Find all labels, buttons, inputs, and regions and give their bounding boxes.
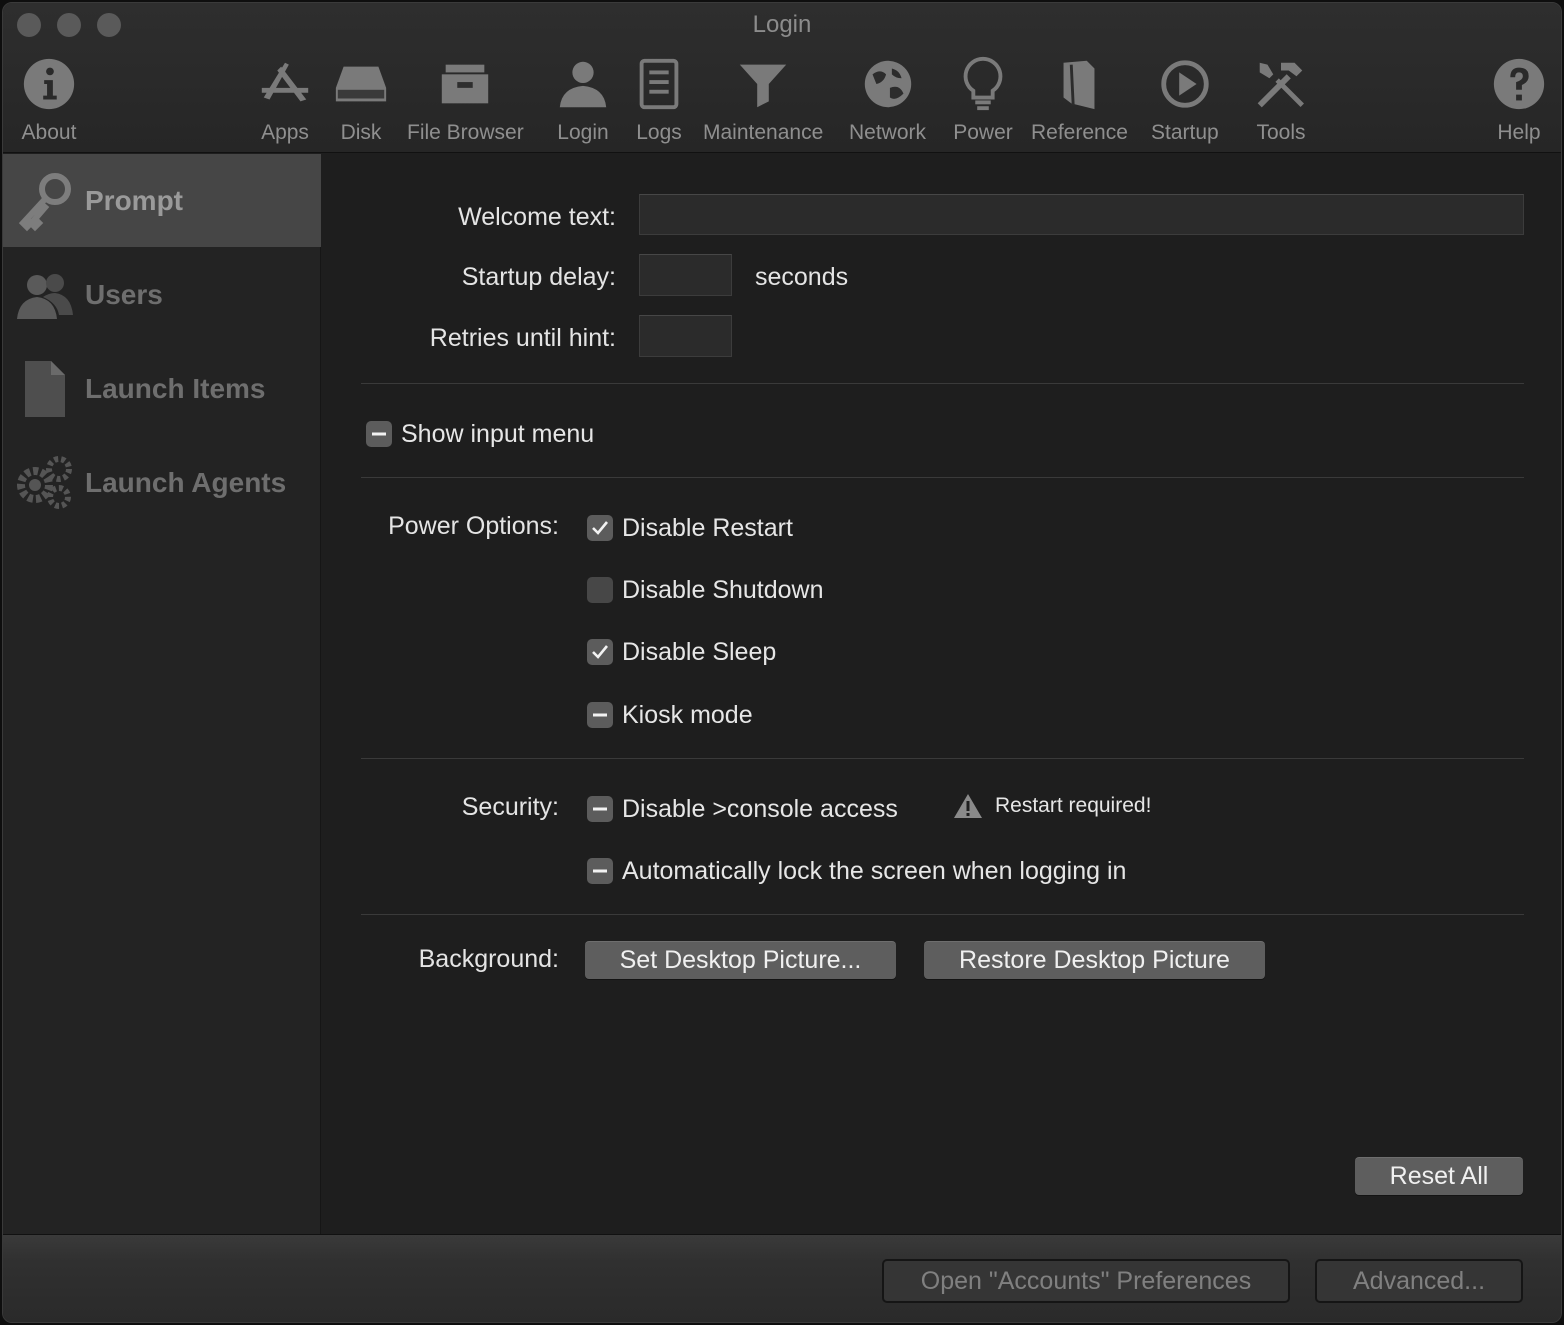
sidebar: Prompt Users Launch Items Launch Agents: [3, 154, 321, 1234]
toolbar: Login About Apps Disk File Browser Login…: [3, 3, 1561, 153]
apps-icon: [253, 51, 317, 117]
separator: [361, 383, 1524, 384]
disk-icon: [329, 51, 393, 117]
toolbar-file-browser[interactable]: File Browser: [407, 51, 524, 149]
lightbulb-icon: [951, 51, 1015, 117]
toolbar-tools[interactable]: Tools: [1249, 51, 1313, 149]
disable-shutdown-checkbox[interactable]: Disable Shutdown: [587, 572, 824, 608]
retries-until-hint-field[interactable]: [639, 315, 732, 357]
open-accounts-preferences-button[interactable]: Open "Accounts" Preferences: [882, 1259, 1290, 1303]
info-icon: [17, 51, 81, 117]
funnel-icon: [731, 51, 795, 117]
power-options-label: Power Options:: [388, 512, 559, 540]
security-label: Security:: [461, 793, 559, 821]
toolbar-network[interactable]: Network: [849, 51, 926, 149]
file-browser-icon: [433, 51, 497, 117]
toolbar-about[interactable]: About: [17, 51, 81, 149]
kiosk-mode-checkbox[interactable]: Kiosk mode: [587, 697, 753, 733]
sidebar-item-launch-agents[interactable]: Launch Agents: [3, 436, 321, 529]
toolbar-apps[interactable]: Apps: [253, 51, 317, 149]
mixed-checkbox-icon: [587, 796, 613, 822]
prompt-panel: Welcome text: Startup delay: seconds Ret…: [322, 154, 1561, 1234]
mixed-checkbox-icon: [587, 858, 613, 884]
mixed-checkbox-icon: [366, 421, 392, 447]
seconds-label: seconds: [755, 263, 849, 291]
book-icon: [1047, 51, 1111, 117]
app-window: Login About Apps Disk File Browser Login…: [2, 2, 1562, 1323]
set-desktop-picture-button[interactable]: Set Desktop Picture...: [585, 941, 896, 979]
tools-icon: [1249, 51, 1313, 117]
login-icon: [551, 51, 615, 117]
disable-console-access-checkbox[interactable]: Disable >console access: [587, 791, 898, 827]
welcome-text-field[interactable]: [639, 194, 1524, 235]
window-title: Login: [752, 11, 812, 38]
show-input-menu-checkbox[interactable]: Show input menu: [366, 416, 594, 452]
separator: [361, 758, 1524, 759]
separator: [361, 914, 1524, 915]
users-icon: [9, 259, 81, 331]
auto-lock-screen-checkbox[interactable]: Automatically lock the screen when loggi…: [587, 853, 1126, 889]
separator: [361, 477, 1524, 478]
sidebar-item-prompt[interactable]: Prompt: [3, 154, 321, 247]
checkmark-icon: [587, 515, 613, 541]
checkmark-icon: [587, 639, 613, 665]
startup-delay-field[interactable]: [639, 254, 732, 296]
logs-icon: [627, 51, 691, 117]
globe-icon: [856, 51, 920, 117]
toolbar-logs[interactable]: Logs: [627, 51, 691, 149]
key-icon: [9, 165, 81, 237]
welcome-text-label: Welcome text:: [458, 203, 616, 231]
help-icon: [1487, 51, 1551, 117]
toolbar-startup[interactable]: Startup: [1151, 51, 1219, 149]
disable-sleep-checkbox[interactable]: Disable Sleep: [587, 634, 776, 670]
toolbar-disk[interactable]: Disk: [329, 51, 393, 149]
sidebar-item-users[interactable]: Users: [3, 248, 321, 341]
retries-label: Retries until hint:: [429, 324, 616, 352]
startup-delay-label: Startup delay:: [461, 263, 616, 291]
disable-restart-checkbox[interactable]: Disable Restart: [587, 510, 793, 546]
warning-icon: [954, 794, 982, 818]
background-label: Background:: [418, 945, 559, 973]
empty-checkbox-icon: [587, 577, 613, 603]
document-icon: [9, 353, 81, 425]
toolbar-maintenance[interactable]: Maintenance: [703, 51, 823, 149]
toolbar-reference[interactable]: Reference: [1031, 51, 1128, 149]
restore-desktop-picture-button[interactable]: Restore Desktop Picture: [924, 941, 1265, 979]
restart-required-warning: Restart required!: [953, 792, 1151, 820]
sidebar-item-launch-items[interactable]: Launch Items: [3, 342, 321, 435]
mixed-checkbox-icon: [587, 702, 613, 728]
advanced-button[interactable]: Advanced...: [1315, 1259, 1523, 1303]
toolbar-power[interactable]: Power: [951, 51, 1015, 149]
toolbar-help[interactable]: Help: [1487, 51, 1551, 149]
toolbar-login[interactable]: Login: [551, 51, 615, 149]
gears-icon: [9, 447, 81, 519]
reset-all-button[interactable]: Reset All: [1355, 1157, 1523, 1195]
play-icon: [1153, 51, 1217, 117]
bottom-bar: Open "Accounts" Preferences Advanced...: [3, 1234, 1561, 1322]
